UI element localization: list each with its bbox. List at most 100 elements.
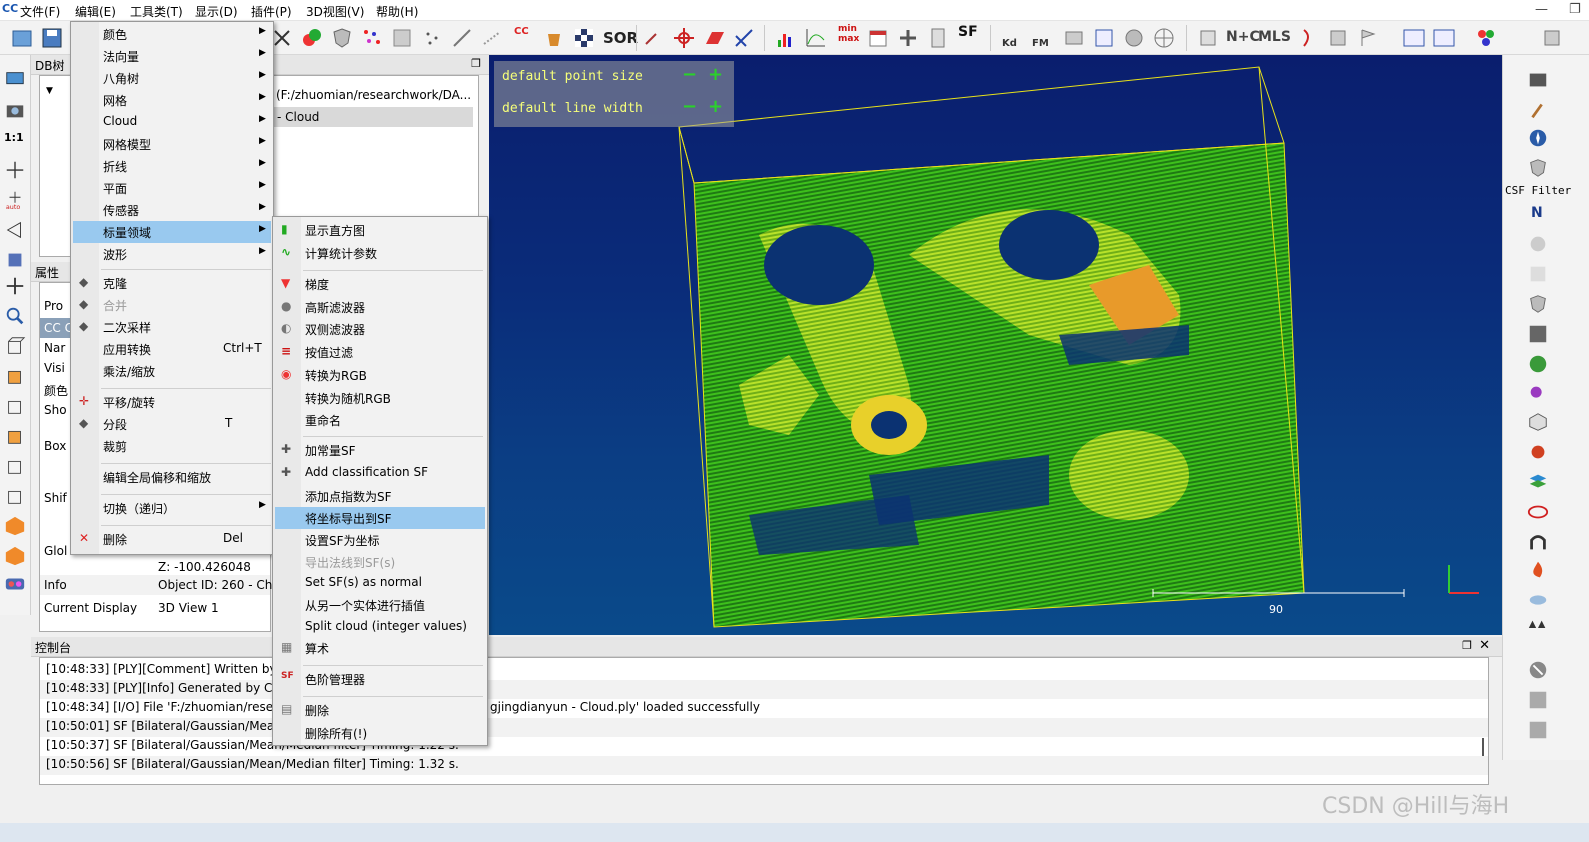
sf-menu-item-17[interactable]: Split cloud (integer values) bbox=[275, 616, 485, 638]
edit-menu-item-7[interactable]: 平面 ▶ bbox=[73, 177, 271, 199]
line-width-plus-button[interactable]: + bbox=[708, 96, 723, 117]
flag-icon[interactable] bbox=[1356, 26, 1380, 50]
sf-menu-item-11[interactable]: 添加点指数为SF bbox=[275, 485, 485, 507]
view-back-icon[interactable] bbox=[4, 425, 26, 447]
edit-menu-item-1[interactable]: 法向量 ▶ bbox=[73, 45, 271, 67]
kd-tree-icon[interactable]: Kd bbox=[1002, 38, 1017, 49]
menu-help[interactable]: 帮助(H) bbox=[376, 3, 418, 20]
edit-menu-item-3[interactable]: 网格 ▶ bbox=[73, 89, 271, 111]
view-top-icon[interactable] bbox=[4, 335, 26, 357]
film-icon[interactable] bbox=[1527, 69, 1549, 91]
brush-icon[interactable] bbox=[1527, 99, 1549, 121]
sf-menu-item-9[interactable]: 加常量SF ✚ bbox=[275, 439, 485, 461]
edit-menu-item-20[interactable]: 切换（递归） ▶ bbox=[73, 497, 271, 519]
calculator-icon[interactable] bbox=[926, 26, 950, 50]
sf-menu-item-15[interactable]: Set SF(s) as normal bbox=[275, 572, 485, 594]
bucket-icon[interactable] bbox=[542, 26, 566, 50]
menu-3dview[interactable]: 3D视图(V) bbox=[306, 3, 364, 20]
gears-icon[interactable] bbox=[1527, 441, 1549, 463]
undock-icon[interactable]: ❐ bbox=[471, 57, 481, 70]
view-bottom-icon[interactable] bbox=[4, 485, 26, 507]
canupo-create-icon[interactable] bbox=[1402, 26, 1426, 50]
ellipse-icon[interactable] bbox=[1527, 501, 1549, 523]
mls-icon[interactable]: MLS bbox=[1258, 29, 1291, 45]
menu-edit[interactable]: 编辑(E) bbox=[75, 3, 116, 20]
filter-by-value-icon[interactable]: min max bbox=[838, 24, 859, 44]
export-icon[interactable] bbox=[1062, 26, 1086, 50]
edit-menu-item-16[interactable]: 平移/旋转 ✛ bbox=[73, 391, 271, 413]
edit-menu-item-11[interactable]: 克隆 ◆ bbox=[73, 272, 271, 294]
perspective-icon[interactable] bbox=[4, 219, 26, 241]
plugin-icon[interactable] bbox=[1540, 26, 1564, 50]
close-icon[interactable]: ✕ bbox=[1479, 638, 1490, 653]
hpr-icon[interactable] bbox=[1527, 233, 1549, 255]
curve-icon[interactable] bbox=[1296, 26, 1320, 50]
checker-icon[interactable] bbox=[572, 26, 596, 50]
sf-menu-item-20[interactable]: 删除 ▤ bbox=[275, 699, 485, 721]
menu-file[interactable]: 文件(F) bbox=[20, 3, 60, 20]
no-entry-icon[interactable] bbox=[1527, 659, 1549, 681]
calendar-icon[interactable] bbox=[866, 26, 890, 50]
cube-icon[interactable] bbox=[1527, 411, 1549, 433]
globe-icon[interactable] bbox=[1152, 26, 1176, 50]
col-icon[interactable] bbox=[1527, 689, 1549, 711]
sf-menu-item-6[interactable]: 转换为RGB ◉ bbox=[275, 364, 485, 386]
ransac-icon[interactable] bbox=[1527, 353, 1549, 375]
sf-menu-item-3[interactable]: 高斯滤波器 ● bbox=[275, 296, 485, 318]
pcv-icon[interactable] bbox=[1527, 323, 1549, 345]
console-log[interactable]: [10:48:33] [PLY][Comment] Written by F [… bbox=[39, 657, 1489, 785]
cloud-layers-icon[interactable] bbox=[1527, 589, 1549, 611]
shield-icon[interactable] bbox=[330, 26, 354, 50]
point-size-plus-button[interactable]: + bbox=[708, 64, 723, 85]
stack-icon[interactable] bbox=[1527, 471, 1549, 493]
shield-icon[interactable] bbox=[1527, 293, 1549, 315]
shield-icon[interactable] bbox=[1527, 157, 1549, 179]
csf-filter-label[interactable]: CSF Filter bbox=[1505, 184, 1571, 197]
expand-arrow-icon[interactable]: ▼ bbox=[46, 86, 53, 96]
line-width-minus-button[interactable]: − bbox=[682, 96, 697, 117]
noise-icon[interactable] bbox=[420, 26, 444, 50]
view-front-icon[interactable] bbox=[4, 365, 26, 387]
prop-display-value[interactable]: 3D View 1 bbox=[158, 601, 219, 615]
sample-points-icon[interactable] bbox=[300, 26, 324, 50]
camera-icon[interactable] bbox=[4, 99, 26, 121]
point-size-minus-button[interactable]: − bbox=[682, 64, 697, 85]
subsample-icon[interactable] bbox=[390, 26, 414, 50]
open-file-icon[interactable] bbox=[10, 26, 34, 50]
cloud-dist-icon[interactable] bbox=[480, 26, 504, 50]
menu-display[interactable]: 显示(D) bbox=[195, 3, 238, 20]
sf-menu-item-7[interactable]: 转换为随机RGB bbox=[275, 387, 485, 409]
edit-menu-item-15[interactable]: 乘法/缩放 bbox=[73, 360, 271, 382]
sf-menu-item-13[interactable]: 设置SF为坐标 bbox=[275, 529, 485, 551]
sf-menu-item-2[interactable]: 梯度 ▼ bbox=[275, 273, 485, 295]
edit-menu-item-4[interactable]: Cloud ▶ bbox=[73, 111, 271, 133]
edit-menu-item-10[interactable]: 波形 ▶ bbox=[73, 243, 271, 265]
save-icon[interactable] bbox=[40, 26, 64, 50]
back-iso-icon[interactable] bbox=[4, 545, 26, 567]
compass-icon[interactable] bbox=[1527, 127, 1549, 149]
edit-menu-item-9[interactable]: 标量领域 ▶ bbox=[73, 221, 271, 243]
front-iso-icon[interactable] bbox=[4, 515, 26, 537]
menu-tools[interactable]: 工具类(T) bbox=[130, 3, 183, 20]
color-dots-icon[interactable] bbox=[1474, 26, 1498, 50]
sf-menu-item-10[interactable]: Add classification SF ✚ bbox=[275, 462, 485, 484]
view-right-icon[interactable] bbox=[4, 455, 26, 477]
minimize-icon[interactable]: — bbox=[1535, 2, 1548, 17]
ssao-icon[interactable] bbox=[1527, 719, 1549, 741]
edit-menu-item-6[interactable]: 折线 ▶ bbox=[73, 155, 271, 177]
sf-menu-item-14[interactable]: 导出法线到SF(s) bbox=[275, 551, 485, 573]
db-tree-selected-row[interactable]: - Cloud bbox=[273, 107, 473, 127]
translate-icon[interactable] bbox=[672, 26, 696, 50]
trees-icon[interactable] bbox=[1527, 617, 1549, 639]
edit-menu-item-2[interactable]: 八角树 ▶ bbox=[73, 67, 271, 89]
sphere-icon[interactable] bbox=[1122, 26, 1146, 50]
histogram-icon[interactable] bbox=[774, 26, 798, 50]
layers-icon[interactable] bbox=[1326, 26, 1350, 50]
edit-menu-item-12[interactable]: 合并 ◆ bbox=[73, 294, 271, 316]
sor-filter-icon[interactable]: SOR bbox=[603, 29, 638, 47]
center-icon[interactable] bbox=[4, 159, 26, 181]
canupo-classify-icon[interactable] bbox=[1432, 26, 1456, 50]
menu-plugins[interactable]: 插件(P) bbox=[251, 3, 292, 20]
view-left-icon[interactable] bbox=[4, 395, 26, 417]
sf-menu-item-12[interactable]: 将坐标导出到SF bbox=[275, 507, 485, 529]
